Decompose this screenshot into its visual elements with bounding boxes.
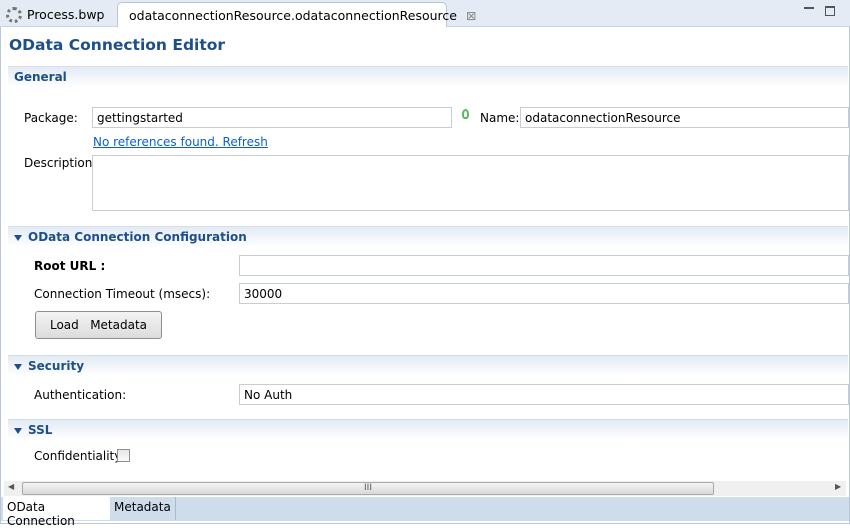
timeout-label: Connection Timeout (msecs): — [34, 287, 211, 301]
editor-tab-bar: Process.bwp odataconnectionResource.odat… — [0, 0, 850, 27]
description-label: Description: — [24, 156, 97, 170]
root-url-input[interactable] — [239, 255, 849, 276]
package-label: Package: — [24, 111, 78, 125]
collapse-triangle-icon — [14, 363, 22, 370]
authentication-label: Authentication: — [34, 388, 127, 402]
tab-odata-resource[interactable]: odataconnectionResource.odataconnectionR… — [117, 2, 476, 27]
name-label: Name: — [480, 111, 520, 125]
minimize-icon[interactable] — [804, 6, 814, 9]
tab-odata-connection[interactable]: OData Connection — [3, 497, 110, 528]
tab-process-bwp[interactable]: Process.bwp — [0, 2, 110, 27]
editor-page-tabs: OData Connection Metadata — [1, 497, 849, 528]
load-metadata-button[interactable]: Load Metadata — [35, 311, 162, 339]
maximize-icon[interactable] — [825, 6, 835, 16]
package-input[interactable] — [92, 107, 452, 128]
section-config-header[interactable]: OData Connection Configuration — [8, 226, 848, 247]
scrollbar-thumb[interactable]: III — [22, 482, 714, 495]
collapse-triangle-icon — [14, 234, 22, 241]
authentication-select[interactable] — [239, 384, 849, 405]
root-url-label: Root URL : — [34, 259, 106, 273]
name-input[interactable] — [520, 107, 849, 128]
scroll-left-icon[interactable]: ◀ — [8, 482, 14, 491]
horizontal-scrollbar[interactable]: ◀ III ▶ — [4, 481, 846, 496]
section-general-header[interactable]: General — [8, 66, 848, 87]
close-tab-icon[interactable]: ⊠ — [466, 8, 476, 23]
page-title: OData Connection Editor — [9, 36, 226, 54]
tab-metadata[interactable]: Metadata — [110, 497, 176, 520]
timeout-input[interactable] — [239, 283, 849, 304]
collapse-triangle-icon — [14, 427, 22, 434]
refresh-references-link[interactable]: No references found. Refresh — [93, 135, 268, 149]
section-ssl-header[interactable]: SSL — [8, 419, 848, 440]
confidentiality-checkbox[interactable] — [117, 449, 130, 462]
confidentiality-label: Confidentiality — [34, 449, 122, 463]
scroll-right-icon[interactable]: ▶ — [835, 482, 841, 491]
lightbulb-icon — [462, 109, 469, 119]
gear-icon — [6, 6, 22, 23]
section-security-header[interactable]: Security — [8, 355, 848, 376]
description-input[interactable] — [92, 155, 849, 211]
